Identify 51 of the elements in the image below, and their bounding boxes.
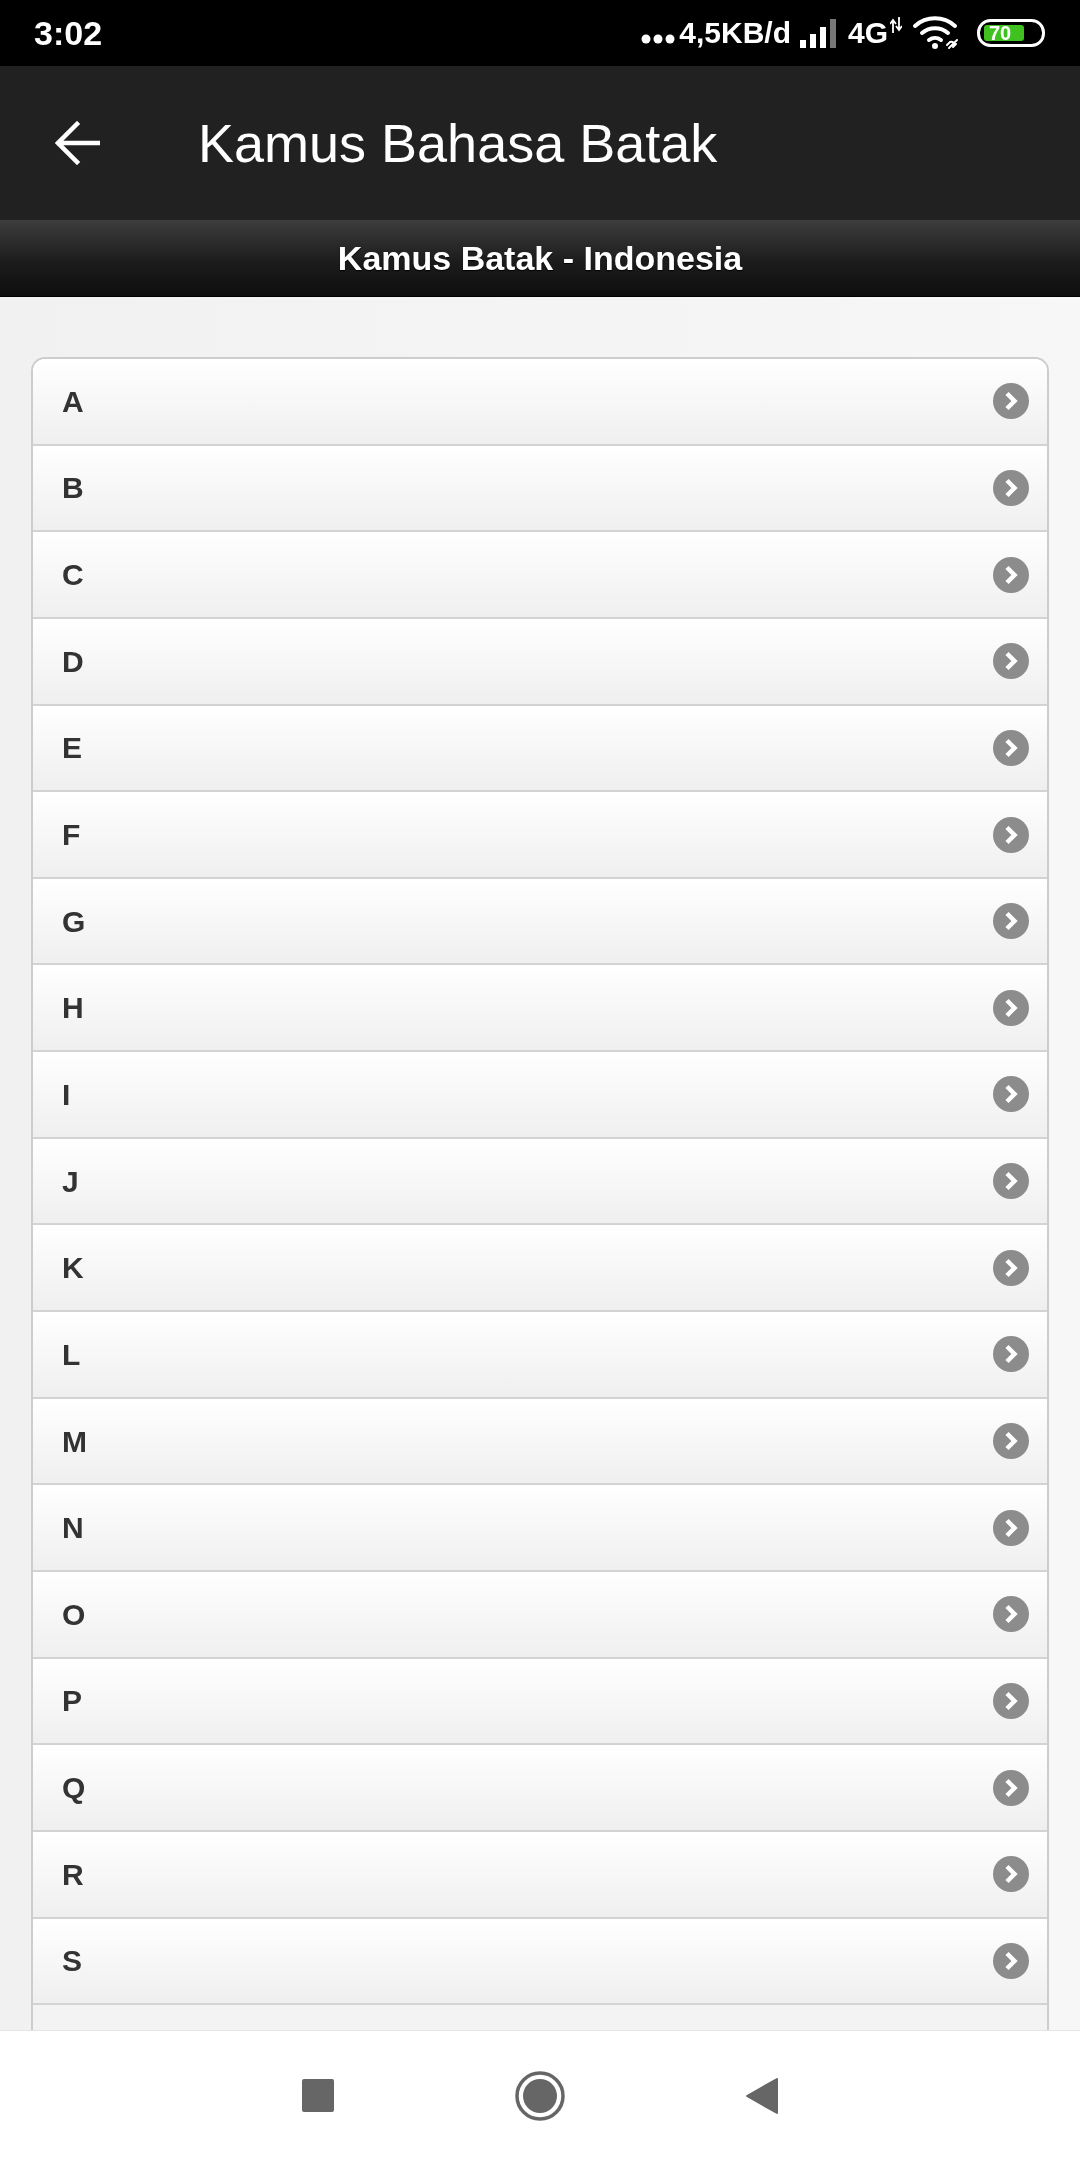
network-speed: 4,5KB/d [679, 18, 791, 48]
chevron-right-icon [993, 383, 1029, 420]
data-arrows-icon [890, 17, 902, 33]
chevron-right-icon [993, 1942, 1029, 1979]
letter-list-item[interactable]: G [33, 878, 1047, 966]
circle-icon[interactable] [515, 2070, 565, 2121]
letter-list-item[interactable]: Q [33, 1745, 1047, 1832]
letter-list-item[interactable]: K [33, 1225, 1047, 1313]
letter-list-item[interactable]: E [33, 705, 1047, 793]
chevron-right-icon [993, 1423, 1029, 1459]
battery-percent: 70 [989, 22, 1012, 44]
app-title: Kamus Bahasa Batak [198, 116, 718, 170]
letter-list-item[interactable]: J [33, 1138, 1047, 1226]
back-triangle-icon[interactable] [746, 2077, 778, 2114]
network-type: 4G [847, 18, 888, 48]
letter-list-item[interactable]: M [33, 1398, 1047, 1486]
back-arrow-icon[interactable] [55, 121, 100, 165]
chevron-right-icon [993, 556, 1029, 593]
letter-list-item[interactable]: N [33, 1485, 1047, 1572]
chevron-right-icon [993, 469, 1029, 506]
chevron-right-icon [993, 1856, 1029, 1893]
letter-list-item[interactable]: P [33, 1658, 1047, 1746]
more-dots-icon [641, 34, 676, 44]
battery-icon [977, 19, 1045, 47]
letter-list-item[interactable]: O [33, 1571, 1047, 1659]
letter-list-item[interactable]: C [33, 532, 1047, 619]
letter-list-item[interactable]: S [33, 1918, 1047, 2006]
subheader-title: Kamus Batak - Indonesia [337, 241, 743, 275]
letter-list-item[interactable]: B [33, 445, 1047, 533]
chevron-right-icon [993, 1596, 1029, 1633]
letter-list-item[interactable]: A [33, 359, 1047, 446]
chevron-right-icon [993, 1769, 1029, 1806]
letter-list-item[interactable]: L [33, 1312, 1047, 1399]
chevron-right-icon [993, 643, 1029, 680]
chevron-right-icon [993, 729, 1029, 766]
chevron-right-icon [993, 1163, 1029, 1200]
letter-list-item[interactable]: H [33, 965, 1047, 1053]
wifi-icon [912, 15, 961, 51]
chevron-right-icon [993, 1682, 1029, 1719]
chevron-right-icon [993, 1076, 1029, 1113]
chevron-right-icon [993, 1336, 1029, 1373]
clock-time: 3:02 [34, 16, 103, 50]
chevron-right-icon [993, 816, 1029, 853]
letter-list-item[interactable]: R [33, 1831, 1047, 1919]
chevron-right-icon [993, 989, 1029, 1026]
chevron-right-icon [993, 1509, 1029, 1546]
chevron-right-icon [993, 1249, 1029, 1286]
letter-list-item[interactable]: I [33, 1052, 1047, 1139]
letter-list-item[interactable]: D [33, 618, 1047, 706]
letter-list-item[interactable]: F [33, 792, 1047, 879]
chevron-right-icon [993, 903, 1029, 940]
